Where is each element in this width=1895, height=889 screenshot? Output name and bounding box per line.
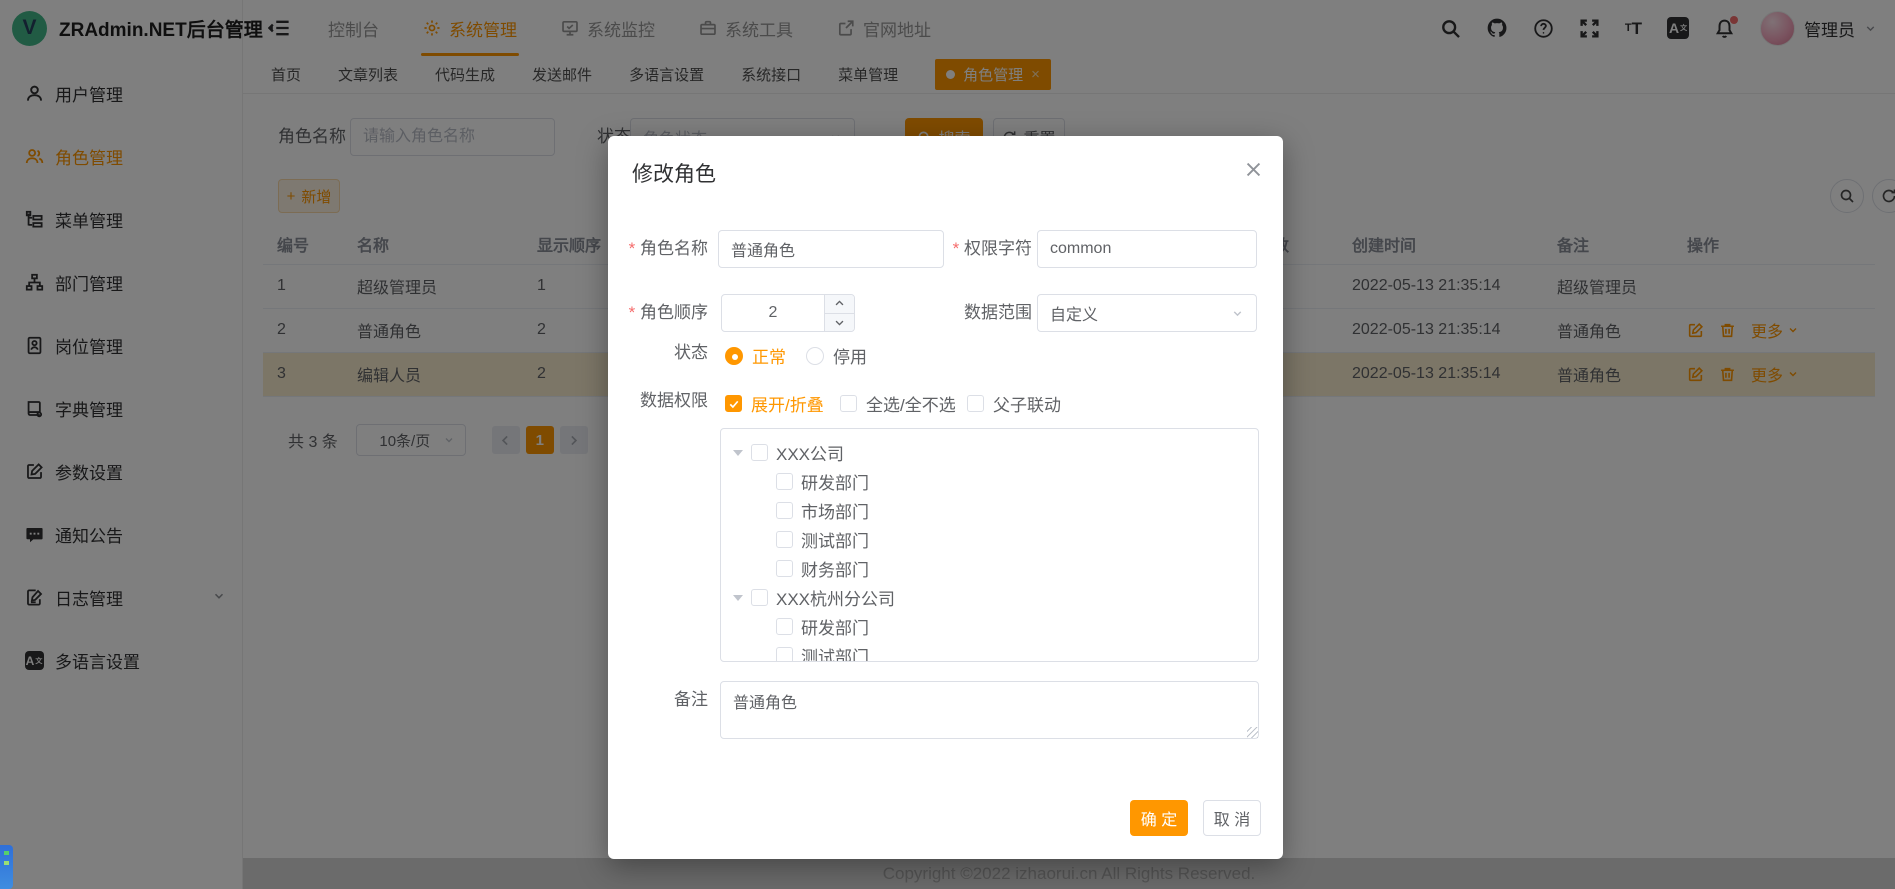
checkbox-icon[interactable] [776, 531, 793, 548]
tree-node[interactable]: 市场部门 [721, 496, 1258, 525]
tree-node[interactable]: 研发部门 [721, 467, 1258, 496]
tree-node[interactable]: 财务部门 [721, 554, 1258, 583]
checkbox-icon[interactable] [776, 560, 793, 577]
role-name-input[interactable] [718, 230, 944, 268]
role-name-label: 角色名称 [608, 230, 708, 268]
tree-node[interactable]: 研发部门 [721, 612, 1258, 641]
edit-role-dialog: 修改角色 角色名称 权限字符 角色顺序 2 数据范围 自定义 状态 正常 [608, 136, 1283, 859]
expand-collapse-checkbox[interactable]: 展开/折叠 [725, 391, 824, 416]
checkbox-icon[interactable] [776, 647, 793, 662]
data-scope-select[interactable]: 自定义 [1037, 294, 1257, 332]
stepper-down-button[interactable] [825, 314, 854, 332]
checkbox-icon[interactable] [967, 395, 984, 412]
checkbox-icon[interactable] [840, 395, 857, 412]
checkbox-icon[interactable] [751, 444, 768, 461]
status-radio-normal[interactable]: 正常 [725, 343, 786, 368]
dialog-title: 修改角色 [632, 158, 716, 188]
checkbox-icon[interactable] [776, 502, 793, 519]
floating-widget[interactable] [0, 845, 13, 889]
role-order-label: 角色顺序 [608, 294, 708, 332]
caret-down-icon[interactable] [733, 595, 743, 601]
checkbox-icon[interactable] [776, 618, 793, 635]
chevron-down-icon [1231, 307, 1244, 320]
data-scope-label: 数据范围 [938, 294, 1032, 332]
tree-node[interactable]: 测试部门 [721, 525, 1258, 554]
cancel-button[interactable]: 取 消 [1203, 800, 1261, 836]
tree-node[interactable]: 测试部门 [721, 641, 1258, 662]
role-order-value: 2 [722, 295, 824, 331]
stepper-up-button[interactable] [825, 295, 854, 314]
data-permission-label: 数据权限 [608, 391, 708, 411]
remark-textarea[interactable]: 普通角色 [720, 681, 1259, 739]
select-all-checkbox[interactable]: 全选/全不选 [840, 391, 956, 416]
tree-node[interactable]: XXX杭州分公司 [721, 583, 1258, 612]
perm-char-label: 权限字符 [938, 230, 1032, 268]
app-window: V ZRAdmin.NET后台管理 用户管理 角色管理 菜单管理 [0, 0, 1895, 889]
radio-icon[interactable] [806, 347, 824, 365]
tree-node[interactable]: XXX公司 [721, 438, 1258, 467]
confirm-button[interactable]: 确 定 [1130, 800, 1188, 836]
checkbox-checked-icon[interactable] [725, 395, 742, 412]
status-label: 状态 [608, 343, 708, 363]
close-icon[interactable] [1244, 160, 1263, 179]
status-radio-disabled[interactable]: 停用 [806, 343, 867, 368]
checkbox-icon[interactable] [776, 473, 793, 490]
checkbox-icon[interactable] [751, 589, 768, 606]
department-tree: XXX公司 研发部门 市场部门 测试部门 财务部门 XXX杭州分公司 [720, 428, 1259, 662]
perm-char-input[interactable] [1037, 230, 1257, 268]
remark-label: 备注 [608, 681, 708, 719]
radio-checked-icon[interactable] [725, 347, 743, 365]
role-order-stepper[interactable]: 2 [721, 294, 855, 332]
caret-down-icon[interactable] [733, 450, 743, 456]
parent-child-link-checkbox[interactable]: 父子联动 [967, 391, 1061, 416]
